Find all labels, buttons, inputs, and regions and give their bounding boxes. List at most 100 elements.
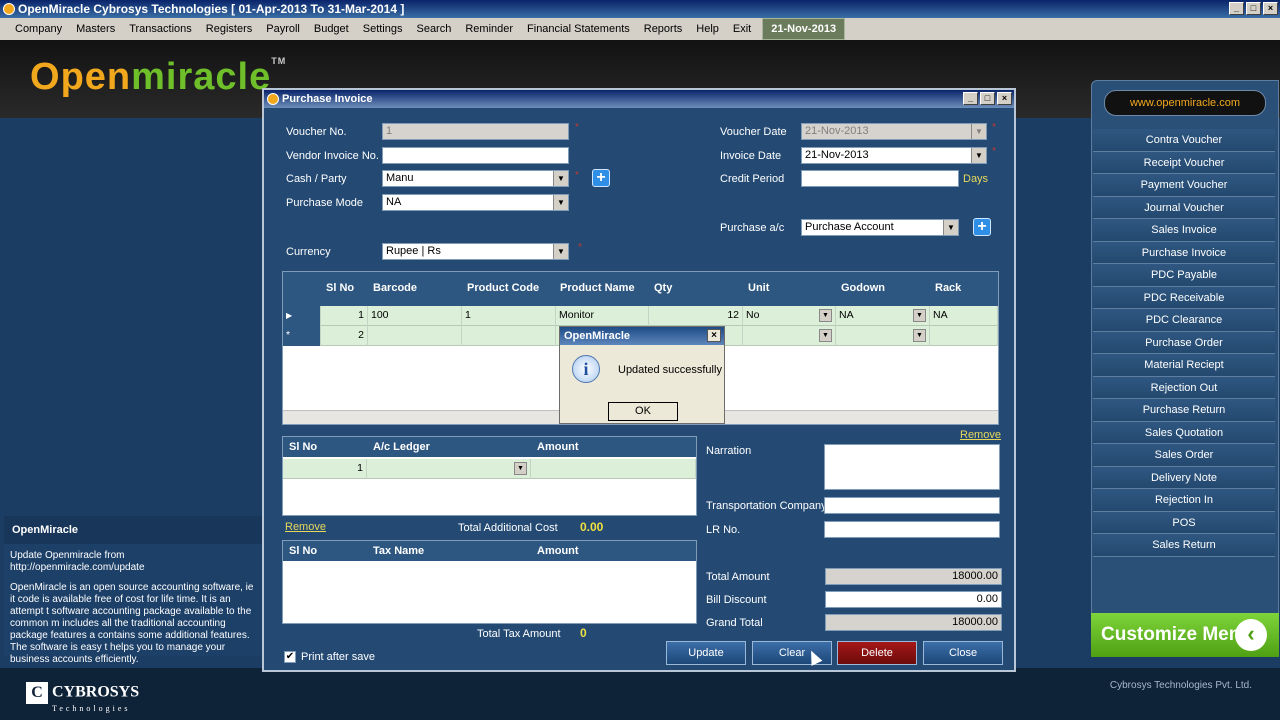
print-after-save-checkbox[interactable]: ✔	[284, 651, 296, 663]
cash-party-select[interactable]: Manu ▼	[382, 170, 569, 187]
sidebar-item-pdc-receivable[interactable]: PDC Receivable	[1093, 286, 1275, 309]
menu-transactions[interactable]: Transactions	[122, 19, 199, 39]
footer-company-text: Cybrosys Technologies Pvt. Ltd.	[1109, 680, 1252, 691]
sidebar-item-rejection-out[interactable]: Rejection Out	[1093, 376, 1275, 399]
menu-registers[interactable]: Registers	[199, 19, 259, 39]
tax-grid[interactable]: Sl No Tax Name Amount	[282, 540, 697, 624]
pi-maximize-button[interactable]: □	[980, 92, 995, 105]
info-icon: i	[572, 355, 600, 383]
chevron-down-icon[interactable]: ▼	[553, 171, 568, 186]
remove-product-link[interactable]: Remove	[960, 429, 1001, 441]
sidebar-item-sales-return[interactable]: Sales Return	[1093, 534, 1275, 557]
menu-search[interactable]: Search	[409, 19, 458, 39]
openmiracle-logo: OpenmiracleTM	[30, 56, 287, 98]
update-button[interactable]: Update	[666, 641, 746, 665]
menu-budget[interactable]: Budget	[307, 19, 356, 39]
chevron-down-icon[interactable]: ▼	[971, 148, 986, 163]
chevron-down-icon[interactable]: ▼	[514, 462, 527, 475]
sidebar-item-rejection-in[interactable]: Rejection In	[1093, 489, 1275, 512]
table-row[interactable]: ▶ 1 100 1 Monitor 12 No ▼ NA ▼ NA	[283, 306, 998, 326]
sidebar-item-pdc-clearance[interactable]: PDC Clearance	[1093, 309, 1275, 332]
transportation-input[interactable]	[824, 497, 1000, 514]
menu-masters[interactable]: Masters	[69, 19, 122, 39]
ledger-grid[interactable]: Sl No A/c Ledger Amount 1 ▼	[282, 436, 697, 516]
lr-no-input[interactable]	[824, 521, 1000, 538]
ok-button[interactable]: OK	[608, 402, 678, 421]
purchase-invoice-title-bar: Purchase Invoice _ □ ×	[264, 90, 1014, 108]
chevron-down-icon[interactable]: ▼	[553, 244, 568, 259]
table-row[interactable]: 1 ▼	[283, 459, 696, 479]
total-amount-label: Total Amount	[706, 571, 770, 583]
sidebar-item-receipt-voucher[interactable]: Receipt Voucher	[1093, 151, 1275, 174]
message-dialog: OpenMiracle × i Updated successfully OK	[559, 326, 725, 424]
purchase-mode-select[interactable]: NA ▼	[382, 194, 569, 211]
message-text: Updated successfully	[618, 364, 722, 376]
message-close-button[interactable]: ×	[707, 329, 721, 342]
pi-window-controls: _ □ ×	[963, 92, 1012, 105]
chevron-down-icon[interactable]: ▼	[943, 220, 958, 235]
purchase-mode-label: Purchase Mode	[286, 197, 364, 209]
cybrosys-logo: C CYBROSYS Technologies	[26, 682, 139, 713]
menu-payroll[interactable]: Payroll	[259, 19, 307, 39]
currency-select[interactable]: Rupee | Rs ▼	[382, 243, 569, 260]
tax-grid-header: Sl No Tax Name Amount	[283, 541, 696, 561]
cybrosys-mark: C	[26, 682, 48, 704]
customize-menu-button[interactable]: Customize Menu ‹	[1091, 613, 1279, 657]
sidebar-item-sales-quotation[interactable]: Sales Quotation	[1093, 421, 1275, 444]
website-link[interactable]: www.openmiracle.com	[1104, 90, 1266, 116]
narration-input[interactable]	[824, 444, 1000, 490]
menu-reminder[interactable]: Reminder	[458, 19, 520, 39]
sidebar-item-payment-voucher[interactable]: Payment Voucher	[1093, 174, 1275, 197]
vendor-invoice-input[interactable]	[382, 147, 569, 164]
maximize-button[interactable]: □	[1246, 2, 1261, 15]
sidebar-item-delivery-note[interactable]: Delivery Note	[1093, 466, 1275, 489]
chevron-down-icon[interactable]: ▼	[819, 329, 832, 342]
sidebar-item-pdc-payable[interactable]: PDC Payable	[1093, 264, 1275, 287]
total-additional-cost-value: 0.00	[580, 520, 604, 534]
menu-settings[interactable]: Settings	[356, 19, 410, 39]
pi-close-button[interactable]: ×	[997, 92, 1012, 105]
update-link-text[interactable]: Update Openmiracle from http://openmirac…	[10, 550, 257, 574]
chevron-down-icon[interactable]: ▼	[819, 309, 832, 322]
menu-financial-statements[interactable]: Financial Statements	[520, 19, 637, 39]
sidebar-item-purchase-order[interactable]: Purchase Order	[1093, 331, 1275, 354]
menu-company[interactable]: Company	[8, 19, 69, 39]
about-text: OpenMiracle is an open source accounting…	[10, 582, 254, 665]
sidebar-item-pos[interactable]: POS	[1093, 511, 1275, 534]
sidebar-item-material-reciept[interactable]: Material Reciept	[1093, 354, 1275, 377]
menu-reports[interactable]: Reports	[637, 19, 690, 39]
menu-help[interactable]: Help	[689, 19, 726, 39]
sidebar-item-purchase-invoice[interactable]: Purchase Invoice	[1093, 241, 1275, 264]
footer	[0, 668, 1280, 720]
chevron-down-icon[interactable]: ▼	[553, 195, 568, 210]
invoice-date-select[interactable]: 21-Nov-2013 ▼	[801, 147, 987, 164]
chevron-down-icon[interactable]: ▼	[971, 124, 986, 139]
delete-button[interactable]: Delete	[837, 641, 917, 665]
window-title: Purchase Invoice	[282, 93, 373, 105]
total-amount-field: 18000.00	[825, 568, 1002, 585]
chevron-down-icon[interactable]: ▼	[913, 309, 926, 322]
voucher-date-label: Voucher Date	[720, 126, 787, 138]
window-logo-icon	[267, 93, 279, 105]
chevron-down-icon[interactable]: ▼	[913, 329, 926, 342]
remove-ledger-link[interactable]: Remove	[285, 521, 326, 533]
add-party-button[interactable]: +	[592, 169, 610, 187]
sidebar-item-sales-order[interactable]: Sales Order	[1093, 444, 1275, 467]
sidebar-item-purchase-return[interactable]: Purchase Return	[1093, 399, 1275, 422]
purchase-ac-select[interactable]: Purchase Account ▼	[801, 219, 959, 236]
close-form-button[interactable]: Close	[923, 641, 1003, 665]
message-dialog-title-bar: OpenMiracle ×	[560, 327, 724, 345]
bill-discount-input[interactable]: 0.00	[825, 591, 1002, 608]
minimize-button[interactable]: _	[1229, 2, 1244, 15]
grand-total-field: 18000.00	[825, 614, 1002, 631]
credit-period-input[interactable]	[801, 170, 959, 187]
close-button[interactable]: ×	[1263, 2, 1278, 15]
menu-exit[interactable]: Exit	[726, 19, 758, 39]
sidebar-item-journal-voucher[interactable]: Journal Voucher	[1093, 196, 1275, 219]
pi-minimize-button[interactable]: _	[963, 92, 978, 105]
print-after-save-label: Print after save	[301, 651, 375, 663]
sidebar-item-contra-voucher[interactable]: Contra Voucher	[1093, 129, 1275, 152]
voucher-date-select[interactable]: 21-Nov-2013 ▼	[801, 123, 987, 140]
sidebar-item-sales-invoice[interactable]: Sales Invoice	[1093, 219, 1275, 242]
add-purchase-ac-button[interactable]: +	[973, 218, 991, 236]
